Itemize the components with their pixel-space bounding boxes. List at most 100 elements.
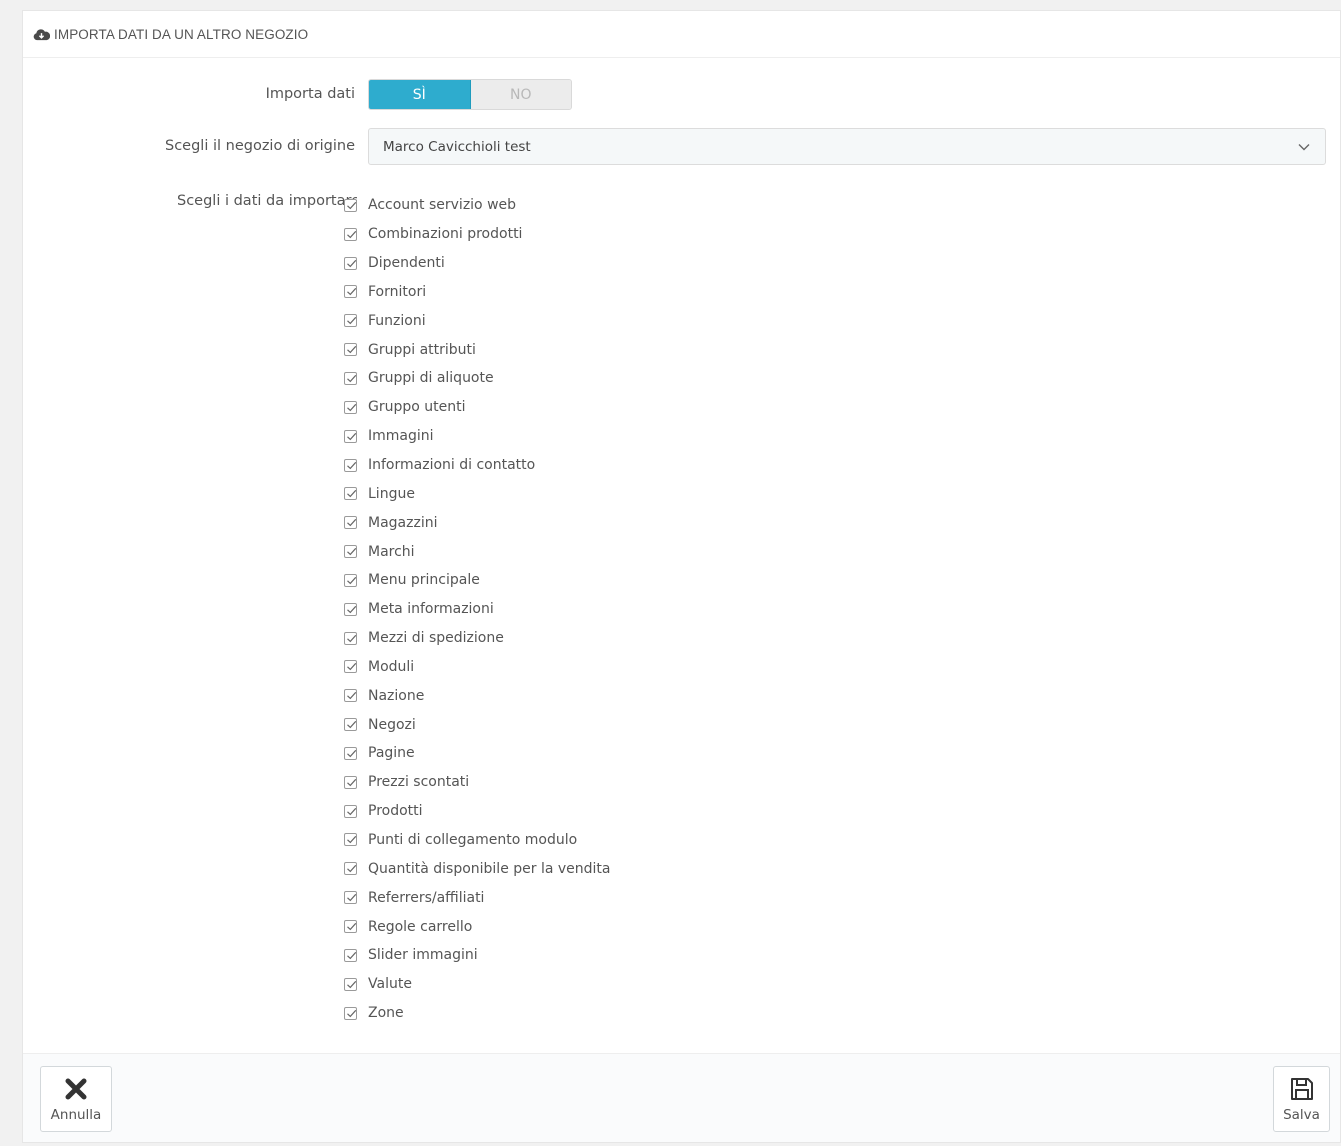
checkbox[interactable] <box>344 545 357 559</box>
checklist-item[interactable]: Marchi <box>344 537 611 566</box>
checkbox[interactable] <box>344 343 357 357</box>
checklist-item[interactable]: Magazzini <box>344 508 611 537</box>
checkbox[interactable] <box>344 458 357 472</box>
checklist-item[interactable]: Combinazioni prodotti <box>344 220 611 249</box>
cancel-button[interactable]: Annulla <box>40 1066 112 1132</box>
checkbox[interactable] <box>344 631 357 645</box>
toggle-no-option[interactable]: NO <box>470 80 571 109</box>
checklist-item-label: Nazione <box>368 687 425 704</box>
checklist-item[interactable]: Gruppi attributi <box>344 335 611 364</box>
checklist-item[interactable]: Gruppi di aliquote <box>344 364 611 393</box>
toggle-yes-option[interactable]: SÌ <box>369 80 471 109</box>
checklist-item[interactable]: Lingue <box>344 479 611 508</box>
checklist-item-label: Quantità disponibile per la vendita <box>368 860 611 877</box>
checkbox[interactable] <box>344 833 357 847</box>
checklist-item[interactable]: Dipendenti <box>344 249 611 278</box>
save-button-label: Salva <box>1283 1106 1320 1123</box>
cancel-button-label: Annulla <box>50 1106 102 1123</box>
checklist-item[interactable]: Regole carrello <box>344 912 611 941</box>
checkbox[interactable] <box>344 371 357 385</box>
checkbox[interactable] <box>344 285 357 299</box>
checklist-item-label: Magazzini <box>368 514 438 531</box>
checklist-item[interactable]: Prezzi scontati <box>344 768 611 797</box>
panel-header: IMPORTA DATI DA UN ALTRO NEGOZIO <box>23 11 1340 58</box>
checkbox[interactable] <box>344 775 357 789</box>
panel-footer: Annulla Salva <box>23 1053 1340 1142</box>
checkmark-icon <box>347 634 357 642</box>
checklist-item[interactable]: Informazioni di contatto <box>344 451 611 480</box>
checklist-item-label: Fornitori <box>368 283 427 300</box>
checklist-item-label: Funzioni <box>368 312 426 329</box>
checkbox[interactable] <box>344 487 357 501</box>
checkmark-icon <box>347 922 357 931</box>
floppy-disk-icon <box>1290 1077 1313 1100</box>
checkbox[interactable] <box>344 862 357 876</box>
checkbox[interactable] <box>344 977 357 991</box>
checklist-item-label: Negozi <box>368 716 416 733</box>
checklist-item-label: Account servizio web <box>368 197 517 214</box>
checkmark-icon <box>347 259 357 267</box>
checklist-item[interactable]: Prodotti <box>344 797 611 826</box>
checkbox[interactable] <box>344 1006 357 1020</box>
checkbox[interactable] <box>344 920 357 934</box>
checkmark-icon <box>347 374 357 383</box>
checkbox[interactable] <box>344 429 357 443</box>
checklist-item[interactable]: Account servizio web <box>344 191 611 220</box>
panel-title: IMPORTA DATI DA UN ALTRO NEGOZIO <box>54 26 309 42</box>
chevron-down-icon <box>1297 140 1311 154</box>
checkmark-icon <box>347 605 357 613</box>
checklist-item[interactable]: Pagine <box>344 739 611 768</box>
checkbox[interactable] <box>344 198 357 212</box>
cloud-download-icon <box>33 28 51 41</box>
checkbox[interactable] <box>344 948 357 962</box>
checklist-item[interactable]: Nazione <box>344 681 611 710</box>
checklist-item[interactable]: Immagini <box>344 422 611 451</box>
checklist-item[interactable]: Funzioni <box>344 306 611 335</box>
checklist-item[interactable]: Gruppo utenti <box>344 393 611 422</box>
checklist-item-label: Menu principale <box>368 572 480 589</box>
checkbox[interactable] <box>344 718 357 732</box>
checklist-item[interactable]: Moduli <box>344 653 611 682</box>
checklist-item[interactable]: Referrers/affiliati <box>344 883 611 912</box>
save-button[interactable]: Salva <box>1273 1066 1330 1132</box>
checkbox[interactable] <box>344 256 357 270</box>
checkmark-icon <box>347 807 357 815</box>
checklist-item-label: Regole carrello <box>368 918 473 935</box>
checklist-item[interactable]: Meta informazioni <box>344 595 611 624</box>
checklist-item[interactable]: Valute <box>344 970 611 999</box>
checklist-item[interactable]: Mezzi di spedizione <box>344 624 611 653</box>
checklist-item-label: Punti di collegamento modulo <box>368 831 578 848</box>
checklist-item[interactable]: Fornitori <box>344 278 611 307</box>
checklist-item[interactable]: Negozi <box>344 710 611 739</box>
checkbox[interactable] <box>344 314 357 328</box>
checkmark-icon <box>347 230 357 239</box>
source-shop-select[interactable]: Marco Cavicchioli test <box>368 128 1326 165</box>
checkbox[interactable] <box>344 891 357 905</box>
checkmark-icon <box>347 836 357 844</box>
checkbox[interactable] <box>344 573 357 587</box>
import-data-toggle[interactable]: SÌ NO <box>368 79 572 110</box>
checklist-item-label: Referrers/affiliati <box>368 889 485 906</box>
checkbox[interactable] <box>344 689 357 703</box>
checkbox[interactable] <box>344 227 357 241</box>
checkbox[interactable] <box>344 660 357 674</box>
checkmark-icon <box>347 894 357 902</box>
checklist-item[interactable]: Slider immagini <box>344 941 611 970</box>
checkmark-icon <box>347 778 357 787</box>
data-checklist: Account servizio web Combinazioni prodott… <box>344 191 611 1027</box>
checklist-item[interactable]: Zone <box>344 999 611 1028</box>
checkbox[interactable] <box>344 516 357 530</box>
checklist-item[interactable]: Quantità disponibile per la vendita <box>344 854 611 883</box>
checkmark-icon <box>347 692 357 700</box>
checklist-item[interactable]: Punti di collegamento modulo <box>344 826 611 855</box>
checkbox[interactable] <box>344 804 357 818</box>
checklist-item-label: Zone <box>368 1005 404 1022</box>
checkmark-icon <box>347 490 357 498</box>
checklist-item[interactable]: Menu principale <box>344 566 611 595</box>
checklist-item-label: Meta informazioni <box>368 601 494 618</box>
data-to-import-label: Scegli i dati da importare <box>177 193 357 209</box>
checkbox[interactable] <box>344 602 357 616</box>
checkbox[interactable] <box>344 746 357 760</box>
checkbox[interactable] <box>344 400 357 414</box>
checklist-item-label: Gruppi di aliquote <box>368 370 494 387</box>
